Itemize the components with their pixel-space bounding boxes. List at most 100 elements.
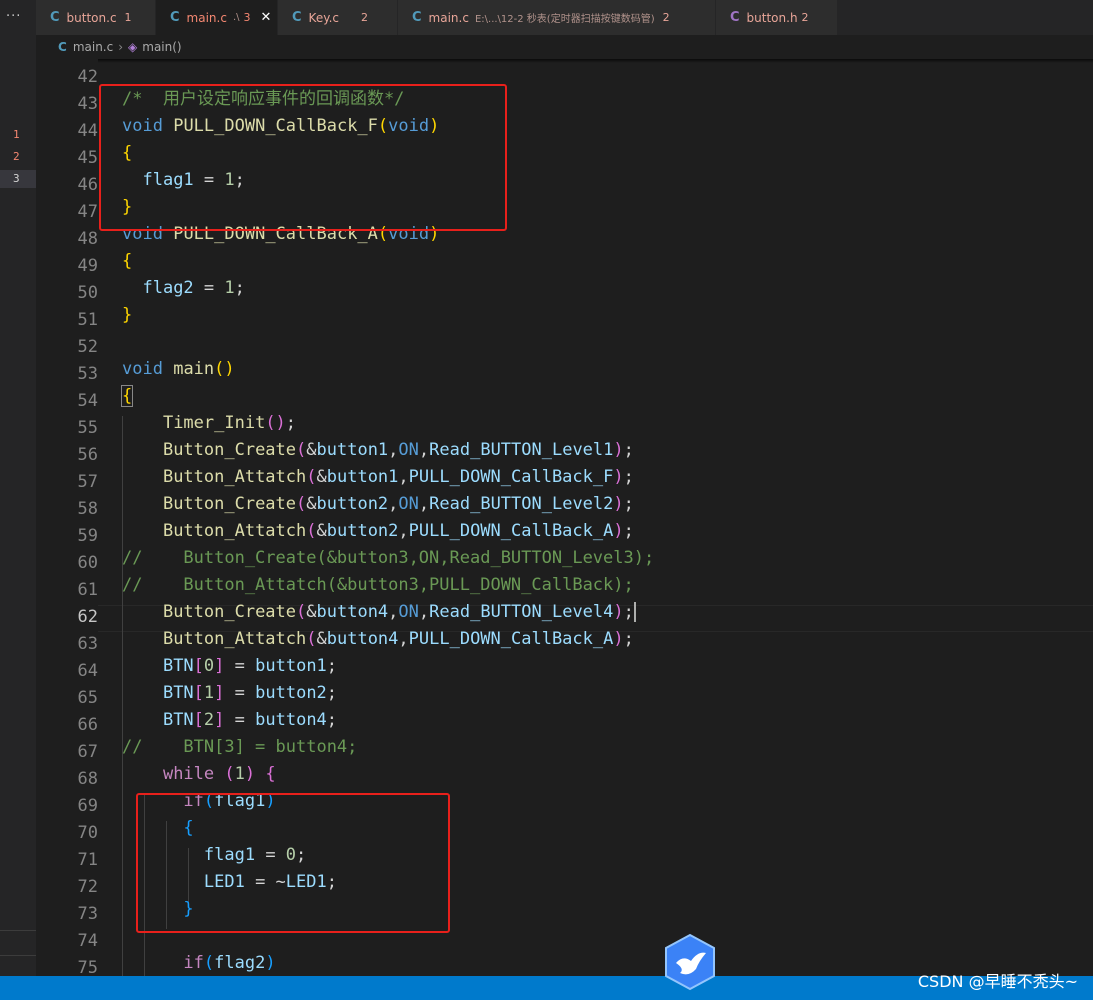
code-line-49: { <box>122 251 133 271</box>
editor-tab-bar: C button.c 1 C main.c .\ 3 ✕ C Key.c 2 C… <box>36 0 1093 35</box>
problem-count-badge: 2 <box>801 11 809 24</box>
argument: button4 <box>326 629 399 649</box>
code-line-55: Timer_Init(); <box>162 413 297 433</box>
line-number: 53 <box>77 364 98 384</box>
tab-main-c-active[interactable]: C main.c .\ 3 ✕ <box>156 0 278 35</box>
line-number: 70 <box>77 823 98 843</box>
tab-path: E:\...\12-2 秒表(定时器扫描按键数码管) <box>474 14 655 25</box>
number: 2 <box>203 710 215 730</box>
highlight-box-if-flag1 <box>136 793 450 933</box>
tab-button-c[interactable]: C button.c 1 <box>36 0 156 35</box>
argument: PULL_DOWN_CallBack_F <box>408 467 614 487</box>
breadcrumb-symbol[interactable]: main() <box>142 40 181 54</box>
line-number: 73 <box>77 904 98 924</box>
number: 1 <box>224 278 235 298</box>
line-number: 45 <box>77 148 98 168</box>
code-line-66: BTN[2] = button4; <box>162 710 338 730</box>
tab-path: .\ <box>232 12 240 23</box>
keyword: while <box>162 764 215 784</box>
code-line-51: } <box>122 305 133 325</box>
code-line-56: Button_Create(&button1,ON,Read_BUTTON_Le… <box>162 440 634 460</box>
line-number: 49 <box>77 256 98 276</box>
code-line-60: // Button_Create(&button3,ON,Read_BUTTON… <box>122 545 654 572</box>
line-number: 60 <box>77 553 98 573</box>
problem-marker[interactable]: 2 <box>0 148 36 166</box>
function-call: Timer_Init <box>162 413 266 433</box>
tab-label: button.c <box>66 10 117 25</box>
code-line-61: // Button_Attatch(&button3,PULL_DOWN_Cal… <box>122 572 634 599</box>
code-line-68: while (1) { <box>162 764 276 784</box>
problem-marker[interactable]: 1 <box>0 126 36 144</box>
tab-label: Key.c <box>308 10 340 25</box>
line-number: 69 <box>77 796 98 816</box>
function-call: Button_Attatch <box>162 629 307 649</box>
more-actions-icon[interactable]: ··· <box>6 9 21 24</box>
argument: PULL_DOWN_CallBack_A <box>408 629 614 649</box>
comment: // Button_Create(&button3,ON,Read_BUTTON… <box>122 548 655 568</box>
code-line-53: void main() <box>122 359 235 379</box>
line-number: 72 <box>77 877 98 897</box>
line-number: 46 <box>77 175 98 195</box>
tab-label: main.c <box>186 10 227 25</box>
macro: ON <box>398 494 419 514</box>
code-line-58: Button_Create(&button2,ON,Read_BUTTON_Le… <box>162 494 634 514</box>
code-line-50: flag2 = 1; <box>142 278 245 298</box>
tab-key-c[interactable]: C Key.c 2 <box>278 0 398 35</box>
close-icon[interactable]: ✕ <box>261 10 272 25</box>
watermark: CSDN @早睡不秃头~ <box>917 972 1078 991</box>
variable: button2 <box>255 683 327 703</box>
divider <box>0 955 36 956</box>
line-number: 44 <box>77 121 98 141</box>
code-line-75: if(flag2) <box>183 953 276 973</box>
line-number: 48 <box>77 229 98 249</box>
problem-count-badge: 1 <box>124 11 132 24</box>
problem-marker[interactable]: 3 <box>0 170 36 188</box>
number: 1 <box>234 764 245 784</box>
variable: button4 <box>255 710 327 730</box>
line-number: 65 <box>77 688 98 708</box>
function-call: Button_Create <box>162 602 297 622</box>
breadcrumb-file[interactable]: main.c <box>73 40 113 54</box>
code-editor[interactable]: 42 43 44 45 46 47 48 49 50 51 52 53 54 55 56 57 58 59 60 61… <box>36 59 1093 976</box>
tab-label: main.c <box>428 10 469 25</box>
chevron-right-icon: › <box>118 40 124 54</box>
array: BTN <box>162 656 194 676</box>
line-number: 56 <box>77 445 98 465</box>
argument: Read_BUTTON_Level4 <box>429 602 614 622</box>
variable: flag2 <box>214 953 266 973</box>
array: BTN <box>162 683 194 703</box>
highlight-box-callback <box>99 84 507 231</box>
line-number: 63 <box>77 634 98 654</box>
line-number: 74 <box>77 931 98 951</box>
keyword: if <box>183 953 204 973</box>
method-cube-icon: ◈ <box>128 40 138 54</box>
number: 0 <box>203 656 215 676</box>
text-cursor <box>633 602 636 622</box>
left-gutter-strip: ··· 1 2 3 <box>0 0 36 976</box>
comment: // Button_Attatch(&button3,PULL_DOWN_Cal… <box>122 575 634 595</box>
problem-count-badge: 2 <box>662 11 670 24</box>
argument: button4 <box>316 602 389 622</box>
keyword: void <box>122 359 163 379</box>
argument: button2 <box>316 494 389 514</box>
code-line-62: Button_Create(&button4,ON,Read_BUTTON_Le… <box>162 602 636 622</box>
divider <box>0 930 36 931</box>
c-file-icon: C <box>58 40 67 54</box>
line-number: 61 <box>77 580 98 600</box>
line-number: 62 <box>77 607 98 627</box>
code-line-59: Button_Attatch(&button2,PULL_DOWN_CallBa… <box>162 521 634 541</box>
tab-main-c-other[interactable]: C main.c E:\...\12-2 秒表(定时器扫描按键数码管) 2 <box>398 0 716 35</box>
line-number: 47 <box>77 202 98 222</box>
line-number: 64 <box>77 661 98 681</box>
tab-button-h[interactable]: C button.h 2 <box>716 0 838 35</box>
variable: button1 <box>255 656 327 676</box>
macro: ON <box>398 602 419 622</box>
comment: // BTN[3] = button4; <box>122 737 358 757</box>
argument: button1 <box>316 440 389 460</box>
line-number: 75 <box>77 958 98 976</box>
argument: Read_BUTTON_Level2 <box>429 494 614 514</box>
function-call: Button_Create <box>162 494 297 514</box>
number: 1 <box>203 683 215 703</box>
tab-label: button.h <box>746 10 798 25</box>
line-number: 43 <box>77 94 98 114</box>
